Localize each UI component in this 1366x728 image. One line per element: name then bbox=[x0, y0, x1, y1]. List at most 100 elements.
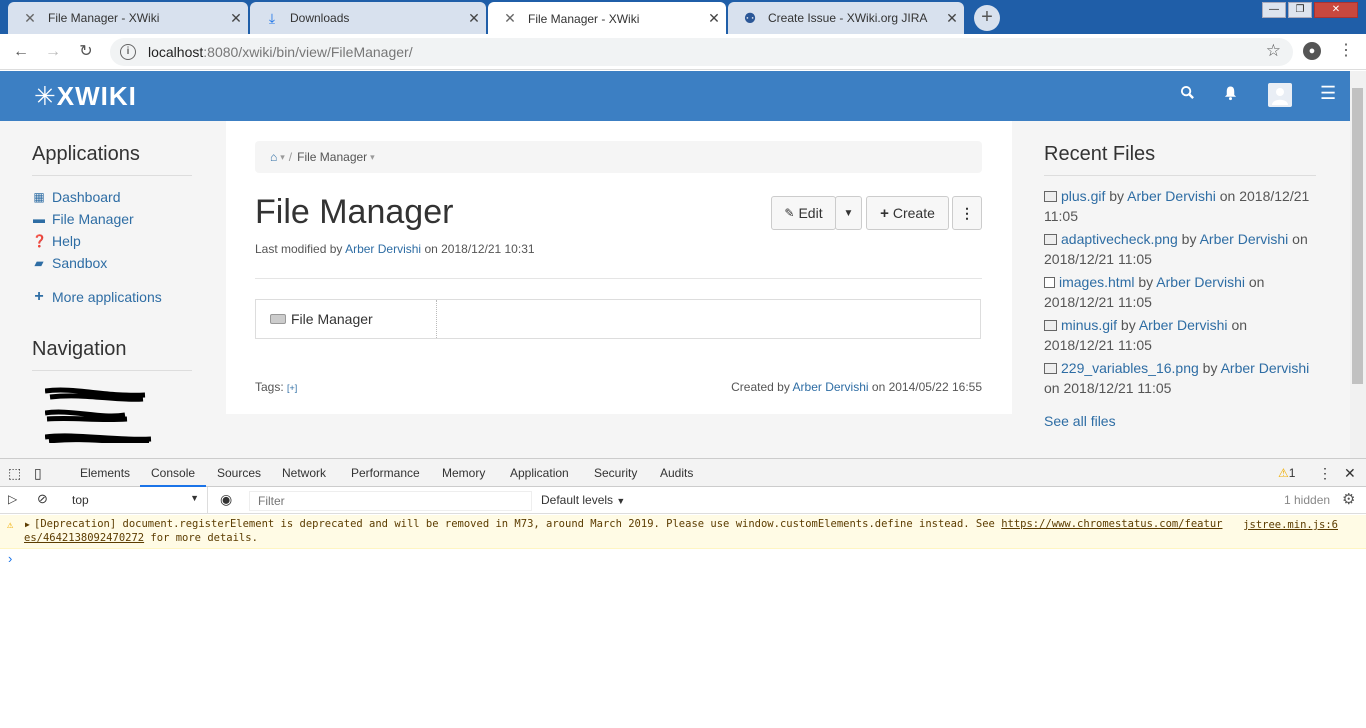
user-link[interactable]: Arber Dervishi bbox=[1221, 360, 1310, 376]
reload-button[interactable]: ↻ bbox=[75, 42, 97, 64]
file-link[interactable]: minus.gif bbox=[1061, 317, 1117, 333]
app-sandbox[interactable]: ▰ Sandbox bbox=[32, 252, 192, 274]
browser-menu-icon[interactable]: ⋮ bbox=[1338, 40, 1354, 60]
edit-button[interactable]: ✎ Edit bbox=[771, 196, 836, 230]
add-tag-link[interactable]: [+] bbox=[287, 383, 297, 393]
see-all-label[interactable]: See all files bbox=[1044, 413, 1116, 429]
warning-icon: ⚠ bbox=[7, 519, 14, 531]
close-tab-icon[interactable]: ✕ bbox=[224, 10, 248, 27]
user-link[interactable]: Arber Dervishi bbox=[1156, 274, 1245, 290]
navigation-panel-title: Navigation bbox=[32, 338, 192, 371]
log-levels-dropdown[interactable]: Default levels ▼ bbox=[541, 493, 625, 507]
devtools-tab-network[interactable]: Network bbox=[282, 459, 326, 487]
devtools-menu-icon[interactable]: ⋮ bbox=[1318, 459, 1332, 487]
forward-button[interactable]: → bbox=[42, 42, 64, 64]
vertical-ellipsis-icon: ⋮ bbox=[960, 204, 974, 221]
see-all-files-link[interactable]: See all files bbox=[1044, 413, 1316, 429]
app-help[interactable]: ❓ Help bbox=[32, 230, 192, 252]
file-link[interactable]: 229_variables_16.png bbox=[1061, 360, 1199, 376]
file-link[interactable]: plus.gif bbox=[1061, 188, 1105, 204]
devtools-tab-memory[interactable]: Memory bbox=[442, 459, 485, 487]
code-file-icon bbox=[1044, 277, 1055, 288]
context-selector[interactable]: top ▼ bbox=[64, 487, 208, 513]
browser-tab-3-active[interactable]: ✕ File Manager - XWiki ✕ bbox=[488, 2, 726, 35]
applications-panel-title: Applications bbox=[32, 143, 192, 176]
caret-down-icon[interactable]: ▾ bbox=[370, 152, 375, 163]
created-date: on 2014/05/22 16:55 bbox=[871, 380, 982, 394]
back-button[interactable]: ← bbox=[10, 42, 32, 64]
page-scrollbar-thumb[interactable] bbox=[1352, 88, 1363, 384]
notifications-bell-icon[interactable] bbox=[1223, 85, 1238, 106]
devtools-tab-audits[interactable]: Audits bbox=[660, 459, 693, 487]
browser-tab-1[interactable]: ✕ File Manager - XWiki ✕ bbox=[8, 2, 248, 34]
more-applications-link[interactable]: + More applications bbox=[32, 286, 192, 308]
user-avatar[interactable] bbox=[1268, 83, 1292, 107]
bookmark-star-icon[interactable]: ☆ bbox=[1266, 41, 1281, 61]
file-tree: File Manager bbox=[256, 300, 437, 338]
file-link[interactable]: adaptivecheck.png bbox=[1061, 231, 1178, 247]
site-info-icon[interactable]: i bbox=[120, 44, 136, 60]
warning-counter[interactable]: ⚠1 bbox=[1278, 459, 1295, 487]
clear-console-icon[interactable]: ⊘ bbox=[37, 491, 48, 507]
tab-title: File Manager - XWiki bbox=[528, 11, 640, 26]
file-link[interactable]: images.html bbox=[1059, 274, 1134, 290]
devtools-tab-performance[interactable]: Performance bbox=[351, 459, 420, 487]
devtools-tab-console[interactable]: Console bbox=[140, 459, 207, 487]
dashboard-icon: ▦ bbox=[33, 190, 45, 204]
edit-label: Edit bbox=[798, 205, 823, 221]
redaction-scribble bbox=[45, 433, 152, 443]
app-label: Dashboard bbox=[52, 189, 121, 205]
account-icon[interactable]: ● bbox=[1303, 42, 1321, 60]
devtools-tab-sources[interactable]: Sources bbox=[217, 459, 261, 487]
app-dashboard[interactable]: ▦ Dashboard bbox=[32, 186, 192, 208]
new-tab-button[interactable]: + bbox=[974, 5, 1000, 31]
console-settings-gear-icon[interactable]: ⚙ bbox=[1342, 490, 1355, 508]
list-item: 229_variables_16.png by Arber Dervishi o… bbox=[1044, 358, 1316, 398]
tags: Tags: [+] bbox=[255, 380, 297, 394]
close-tab-icon[interactable]: ✕ bbox=[462, 10, 486, 27]
close-devtools-icon[interactable]: ✕ bbox=[1344, 459, 1356, 487]
browser-tab-2[interactable]: ⤓ Downloads ✕ bbox=[250, 2, 486, 34]
browser-tab-4[interactable]: ⚉ Create Issue - XWiki.org JIRA ✕ bbox=[728, 2, 964, 34]
folder-icon: ▬ bbox=[33, 212, 45, 226]
list-item: images.html by Arber Dervishi on 2018/12… bbox=[1044, 272, 1316, 312]
last-modified-user-link[interactable]: Arber Dervishi bbox=[345, 242, 421, 256]
console-prompt-icon[interactable]: › bbox=[8, 551, 12, 566]
inspect-element-icon[interactable]: ⬚ bbox=[8, 459, 21, 487]
app-file-manager[interactable]: ▬ File Manager bbox=[32, 208, 192, 230]
hamburger-menu-icon[interactable]: ☰ bbox=[1320, 83, 1336, 104]
search-icon[interactable] bbox=[1180, 85, 1195, 105]
created-user-link[interactable]: Arber Dervishi bbox=[793, 380, 869, 394]
devtools-tab-elements[interactable]: Elements bbox=[80, 459, 130, 487]
create-button[interactable]: + Create bbox=[866, 196, 949, 230]
minimize-window-button[interactable]: — bbox=[1262, 2, 1286, 18]
help-icon: ❓ bbox=[32, 234, 47, 248]
last-modified-prefix: Last modified by bbox=[255, 242, 343, 256]
logo-text: XWIKI bbox=[56, 81, 137, 111]
home-icon[interactable]: ⌂ bbox=[270, 150, 277, 164]
address-bar[interactable]: i localhost:8080/xwiki/bin/view/FileMana… bbox=[110, 38, 1293, 66]
caret-down-icon[interactable]: ▾ bbox=[280, 152, 285, 163]
message-source-link[interactable]: jstree.min.js:6 bbox=[1243, 518, 1338, 532]
devtools-tab-application[interactable]: Application bbox=[510, 459, 569, 487]
xwiki-logo[interactable]: ✳XWIKI bbox=[34, 81, 137, 112]
device-toolbar-icon[interactable]: ▯ bbox=[34, 459, 42, 487]
close-tab-icon[interactable]: ✕ bbox=[940, 10, 964, 27]
live-expression-eye-icon[interactable]: ◉ bbox=[220, 491, 232, 508]
message-suffix: for more details. bbox=[144, 532, 258, 544]
tree-root-node[interactable]: File Manager bbox=[291, 311, 373, 327]
user-link[interactable]: Arber Dervishi bbox=[1200, 231, 1289, 247]
created-prefix: Created by bbox=[731, 380, 790, 394]
more-actions-button[interactable]: ⋮ bbox=[952, 196, 982, 230]
devtools-tab-security[interactable]: Security bbox=[594, 459, 637, 487]
recent-files-panel: Recent Files plus.gif by Arber Dervishi … bbox=[1044, 121, 1316, 429]
user-link[interactable]: Arber Dervishi bbox=[1139, 317, 1228, 333]
close-window-button[interactable]: ✕ bbox=[1314, 2, 1358, 18]
console-filter-input[interactable] bbox=[249, 491, 532, 511]
maximize-window-button[interactable]: ❐ bbox=[1288, 2, 1312, 18]
breadcrumb-current[interactable]: File Manager bbox=[297, 150, 367, 164]
sidebar-toggle-icon[interactable]: ▷ bbox=[8, 492, 17, 506]
close-tab-icon[interactable]: ✕ bbox=[702, 10, 726, 27]
edit-dropdown-button[interactable]: ▼ bbox=[835, 196, 862, 230]
user-link[interactable]: Arber Dervishi bbox=[1127, 188, 1216, 204]
